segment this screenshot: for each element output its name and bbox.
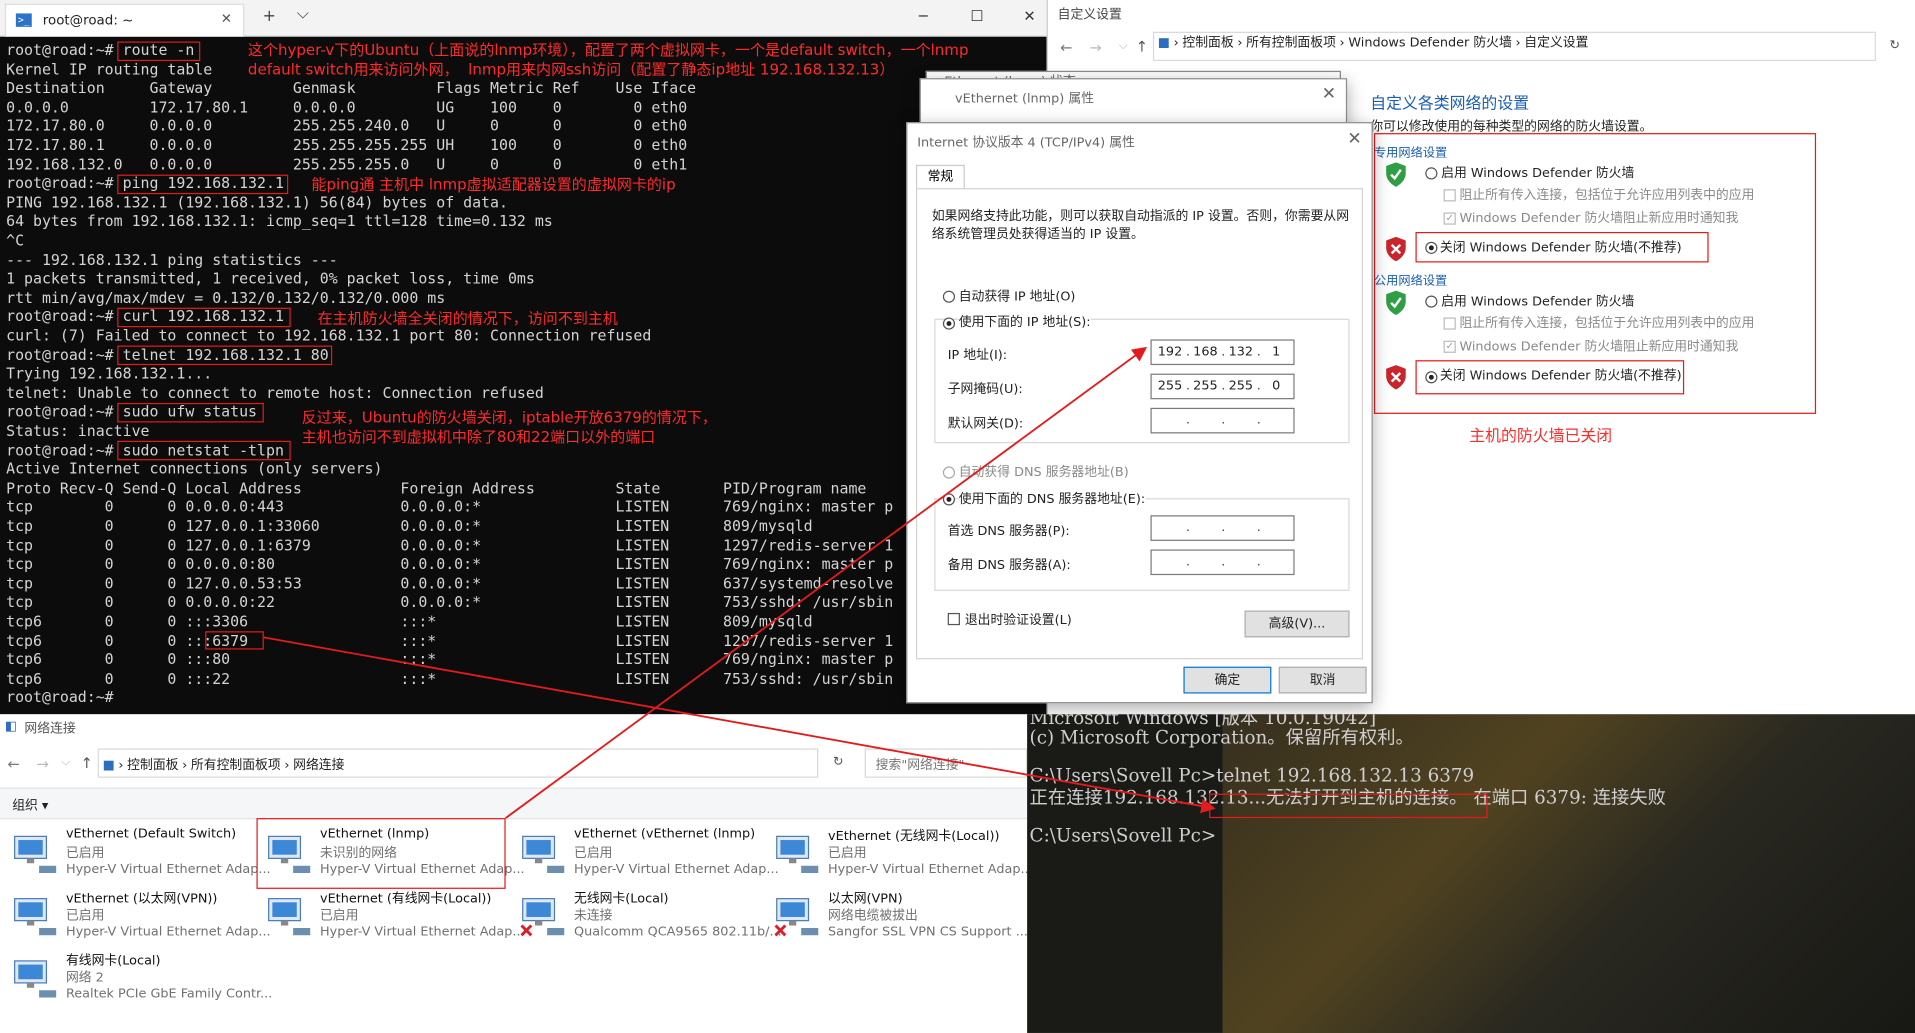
arrow-6379-to-cmd [263, 636, 1216, 814]
annotation-arrows [263, 346, 1216, 819]
arrow-lnmp-to-ipv4 [505, 346, 1148, 819]
